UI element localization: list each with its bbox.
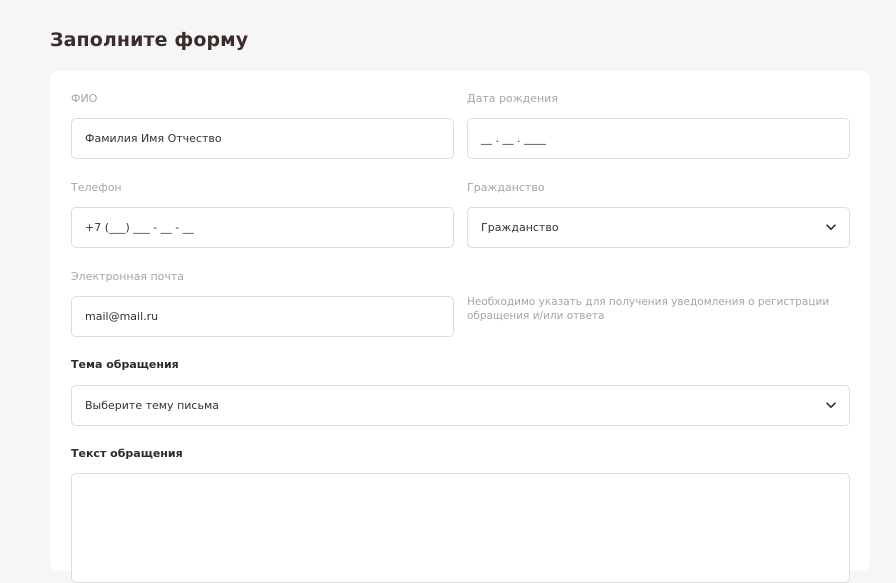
topic-value: Выберите тему письма	[85, 399, 219, 412]
birthdate-label: Дата рождения	[467, 92, 558, 105]
chevron-down-icon	[826, 401, 836, 411]
chevron-down-icon	[826, 223, 836, 233]
fio-input[interactable]: Фамилия Имя Отчество	[71, 118, 454, 159]
form-card: ФИО Фамилия Имя Отчество Дата рождения _…	[50, 71, 870, 583]
email-hint: Необходимо указать для получения уведомл…	[467, 296, 830, 323]
phone-input[interactable]: +7 (___) ___ - __ - __	[71, 207, 454, 248]
message-label: Текст обращения	[71, 447, 183, 460]
message-textarea[interactable]	[71, 473, 850, 583]
citizenship-label: Гражданство	[467, 181, 545, 194]
topic-label: Тема обращения	[71, 358, 179, 371]
topic-select[interactable]: Выберите тему письма	[71, 385, 850, 426]
citizenship-value: Гражданство	[481, 221, 559, 234]
email-input[interactable]: mail@mail.ru	[71, 296, 454, 337]
page-title: Заполните форму	[50, 29, 249, 51]
email-label: Электронная почта	[71, 270, 185, 283]
phone-label: Телефон	[71, 181, 122, 194]
fio-label: ФИО	[71, 92, 98, 105]
citizenship-select[interactable]: Гражданство	[467, 207, 850, 248]
birthdate-input[interactable]: __ . __ . ____	[467, 118, 850, 159]
